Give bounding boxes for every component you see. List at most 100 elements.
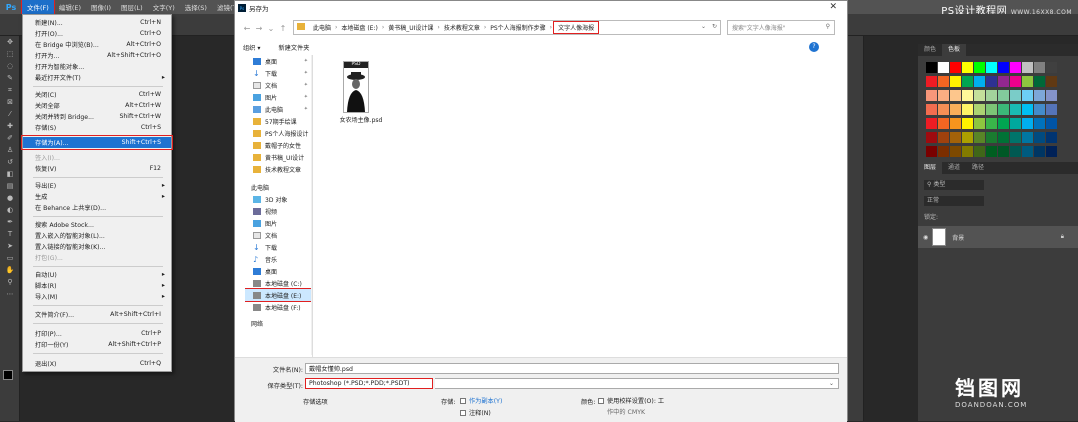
menu-item-save-as[interactable]: 存储为(A)... Shift+Ctrl+S [21, 135, 173, 150]
color-swatch[interactable] [1034, 118, 1045, 129]
color-swatch[interactable] [986, 146, 997, 157]
help-icon[interactable]: ? [809, 42, 819, 52]
nav-item-3d-objects[interactable]: 3D 对象 [245, 193, 312, 205]
color-swatch[interactable] [926, 118, 937, 129]
nav-item-pictures[interactable]: 图片 [245, 217, 312, 229]
menu-item-close[interactable]: 关闭(C) Ctrl+W [23, 89, 171, 100]
menu-item-open-smart[interactable]: 打开为智能对象... [23, 61, 171, 72]
menu-item-close-all[interactable]: 关闭全部 Alt+Ctrl+W [23, 100, 171, 111]
file-name-label[interactable]: 女农场主像.psd [331, 115, 391, 124]
color-swatch[interactable] [950, 132, 961, 143]
filename-input[interactable]: 戴帽女懂帅.psd [305, 363, 839, 374]
color-swatch[interactable] [962, 76, 973, 87]
color-swatch[interactable] [1034, 62, 1045, 73]
color-swatch[interactable] [950, 146, 961, 157]
menu-item-automate[interactable]: 自动(U) ▸ [23, 269, 171, 280]
crop-tool-icon[interactable]: ⌗ [0, 84, 20, 96]
menu-item-open[interactable]: 打开(O)... Ctrl+O [23, 28, 171, 39]
color-swatch[interactable] [962, 146, 973, 157]
color-swatch[interactable] [938, 104, 949, 115]
color-swatch[interactable] [974, 118, 985, 129]
tab-swatches[interactable]: 色板 [942, 44, 967, 56]
nav-item-folder[interactable]: 57期手绘课 [245, 115, 312, 127]
color-swatch[interactable] [1034, 90, 1045, 101]
breadcrumb-drive-e[interactable]: 本地磁盘 (E:) [338, 23, 380, 32]
color-swatch[interactable] [1046, 62, 1057, 73]
nav-item-videos[interactable]: 视频 [245, 205, 312, 217]
color-swatch[interactable] [1034, 132, 1045, 143]
nav-item-folder[interactable]: 戴帽子的女性 [245, 139, 312, 151]
dodge-tool-icon[interactable]: ◐ [0, 204, 20, 216]
color-swatch[interactable] [938, 76, 949, 87]
menu-item-close-bridge[interactable]: 关闭并转到 Bridge... Shift+Ctrl+W [23, 111, 171, 122]
menu-item-new[interactable]: 新建(N)... Ctrl+N [23, 17, 171, 28]
shape-tool-icon[interactable]: ▭ [0, 252, 20, 264]
tab-layers[interactable]: 图层 [918, 162, 943, 174]
layer-row-background[interactable]: ◉ 背景 🔒︎ [918, 226, 1078, 248]
menu-item-place-linked[interactable]: 置入链接的智能对象(K)... [23, 241, 171, 252]
nav-item-this-pc[interactable]: 此电脑 ✦ [245, 103, 312, 115]
menu-item-open-as[interactable]: 打开为... Alt+Shift+Ctrl+O [23, 50, 171, 61]
color-swatch[interactable] [986, 90, 997, 101]
color-swatch[interactable] [962, 132, 973, 143]
color-swatch[interactable] [1046, 118, 1057, 129]
eye-icon[interactable]: ◉ [923, 234, 928, 241]
menu-item-export[interactable]: 导出(E) ▸ [23, 180, 171, 191]
more-tools-icon[interactable]: ⋯ [0, 288, 20, 300]
tab-paths[interactable]: 路径 [966, 162, 990, 174]
menu-item-revert[interactable]: 恢复(V) F12 [23, 163, 171, 174]
nav-item-music[interactable]: ♪ 音乐 [245, 253, 312, 265]
color-swatch[interactable] [1034, 104, 1045, 115]
color-swatch[interactable] [974, 146, 985, 157]
quick-select-tool-icon[interactable]: ✎ [0, 72, 20, 84]
color-swatch[interactable] [1010, 104, 1021, 115]
foreground-color-swatch[interactable] [3, 370, 13, 380]
color-swatch[interactable] [938, 118, 949, 129]
color-swatch[interactable] [1010, 118, 1021, 129]
color-swatch[interactable] [1010, 62, 1021, 73]
tab-channels[interactable]: 通道 [942, 162, 966, 174]
color-swatch[interactable] [1010, 146, 1021, 157]
color-swatch[interactable] [986, 132, 997, 143]
color-swatch[interactable] [998, 62, 1009, 73]
menu-item-print[interactable]: 打印(P)... Ctrl+P [23, 328, 171, 339]
color-swatch[interactable] [1034, 76, 1045, 87]
color-swatch[interactable] [986, 62, 997, 73]
color-swatch[interactable] [986, 118, 997, 129]
color-swatch[interactable] [974, 62, 985, 73]
nav-item-desktop[interactable]: 桌面 ✦ [245, 55, 312, 67]
color-swatch[interactable] [962, 118, 973, 129]
lasso-tool-icon[interactable]: ◌ [0, 60, 20, 72]
color-swatch[interactable] [926, 132, 937, 143]
menu-item-bridge[interactable]: 在 Bridge 中浏览(B)... Alt+Ctrl+O [23, 39, 171, 50]
breadcrumb-this-pc[interactable]: 此电脑 [310, 23, 334, 32]
nav-item-folder[interactable]: PS个人海报设计 [245, 127, 312, 139]
blur-tool-icon[interactable]: ● [0, 192, 20, 204]
color-swatch[interactable] [1010, 132, 1021, 143]
gradient-tool-icon[interactable]: ▤ [0, 180, 20, 192]
color-swatch[interactable] [1034, 146, 1045, 157]
nav-scrollbar[interactable] [311, 55, 312, 355]
color-swatch[interactable] [1022, 90, 1033, 101]
menu-item-recent[interactable]: 最近打开文件(T) ▸ [23, 72, 171, 83]
nav-item-pictures[interactable]: 图片 ✦ [245, 91, 312, 103]
color-swatch[interactable] [1010, 76, 1021, 87]
color-swatch[interactable] [1022, 62, 1033, 73]
breadcrumb-ui-course[interactable]: 黄书稿_UI设计课 [385, 23, 436, 32]
menu-select[interactable]: 选择(S) [180, 0, 212, 14]
color-swatch[interactable] [1022, 132, 1033, 143]
organize-button[interactable]: 组织 ▾ [243, 43, 260, 52]
search-input[interactable]: 搜索"文字人像海报" ⚲ [727, 20, 835, 35]
blend-mode-select[interactable]: 正常 [924, 196, 984, 206]
history-brush-icon[interactable]: ↺ [0, 156, 20, 168]
color-swatch[interactable] [962, 104, 973, 115]
use-proof-checkbox[interactable]: 使用校样设置(O): 工 [598, 396, 664, 405]
breadcrumb-ps-poster[interactable]: PS个人海报制作步骤 [487, 23, 548, 32]
menu-item-behance[interactable]: 在 Behance 上共享(D)... [23, 202, 171, 213]
color-swatch[interactable] [938, 146, 949, 157]
color-swatch[interactable] [926, 62, 937, 73]
nav-item-drive-f[interactable]: 本地磁盘 (F:) [245, 301, 312, 313]
menu-layer[interactable]: 图层(L) [116, 0, 148, 14]
close-icon[interactable]: ✕ [829, 2, 837, 12]
back-arrow-icon[interactable]: ← [241, 24, 253, 33]
